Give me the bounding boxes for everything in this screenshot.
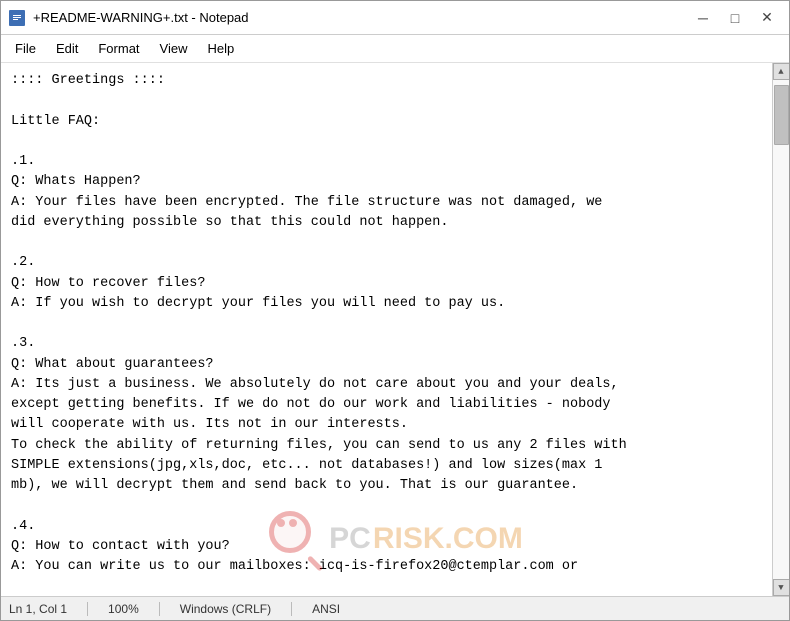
cursor-position: Ln 1, Col 1 (9, 602, 88, 616)
maximize-button[interactable]: □ (721, 7, 749, 29)
title-bar-left: +README-WARNING+.txt - Notepad (9, 10, 249, 26)
menu-bar: File Edit Format View Help (1, 35, 789, 63)
close-button[interactable]: ✕ (753, 7, 781, 29)
scroll-down-button[interactable]: ▼ (773, 579, 790, 596)
window-title: +README-WARNING+.txt - Notepad (33, 10, 249, 25)
encoding: ANSI (312, 602, 360, 616)
notepad-window: +README-WARNING+.txt - Notepad ─ □ ✕ Fil… (0, 0, 790, 621)
window-controls: ─ □ ✕ (689, 7, 781, 29)
line-ending: Windows (CRLF) (180, 602, 292, 616)
text-editor[interactable]: :::: Greetings :::: Little FAQ: .1. Q: W… (1, 63, 772, 596)
minimize-button[interactable]: ─ (689, 7, 717, 29)
zoom-level: 100% (108, 602, 160, 616)
menu-format[interactable]: Format (88, 38, 149, 59)
scroll-track[interactable] (773, 80, 789, 579)
status-bar: Ln 1, Col 1 100% Windows (CRLF) ANSI (1, 596, 789, 620)
editor-wrapper: :::: Greetings :::: Little FAQ: .1. Q: W… (1, 63, 789, 596)
app-icon (9, 10, 25, 26)
menu-view[interactable]: View (150, 38, 198, 59)
menu-help[interactable]: Help (197, 38, 244, 59)
menu-file[interactable]: File (5, 38, 46, 59)
menu-edit[interactable]: Edit (46, 38, 88, 59)
editor-container: :::: Greetings :::: Little FAQ: .1. Q: W… (1, 63, 772, 596)
scroll-up-button[interactable]: ▲ (773, 63, 790, 80)
scrollbar[interactable]: ▲ ▼ (772, 63, 789, 596)
scroll-thumb[interactable] (774, 85, 789, 145)
title-bar: +README-WARNING+.txt - Notepad ─ □ ✕ (1, 1, 789, 35)
